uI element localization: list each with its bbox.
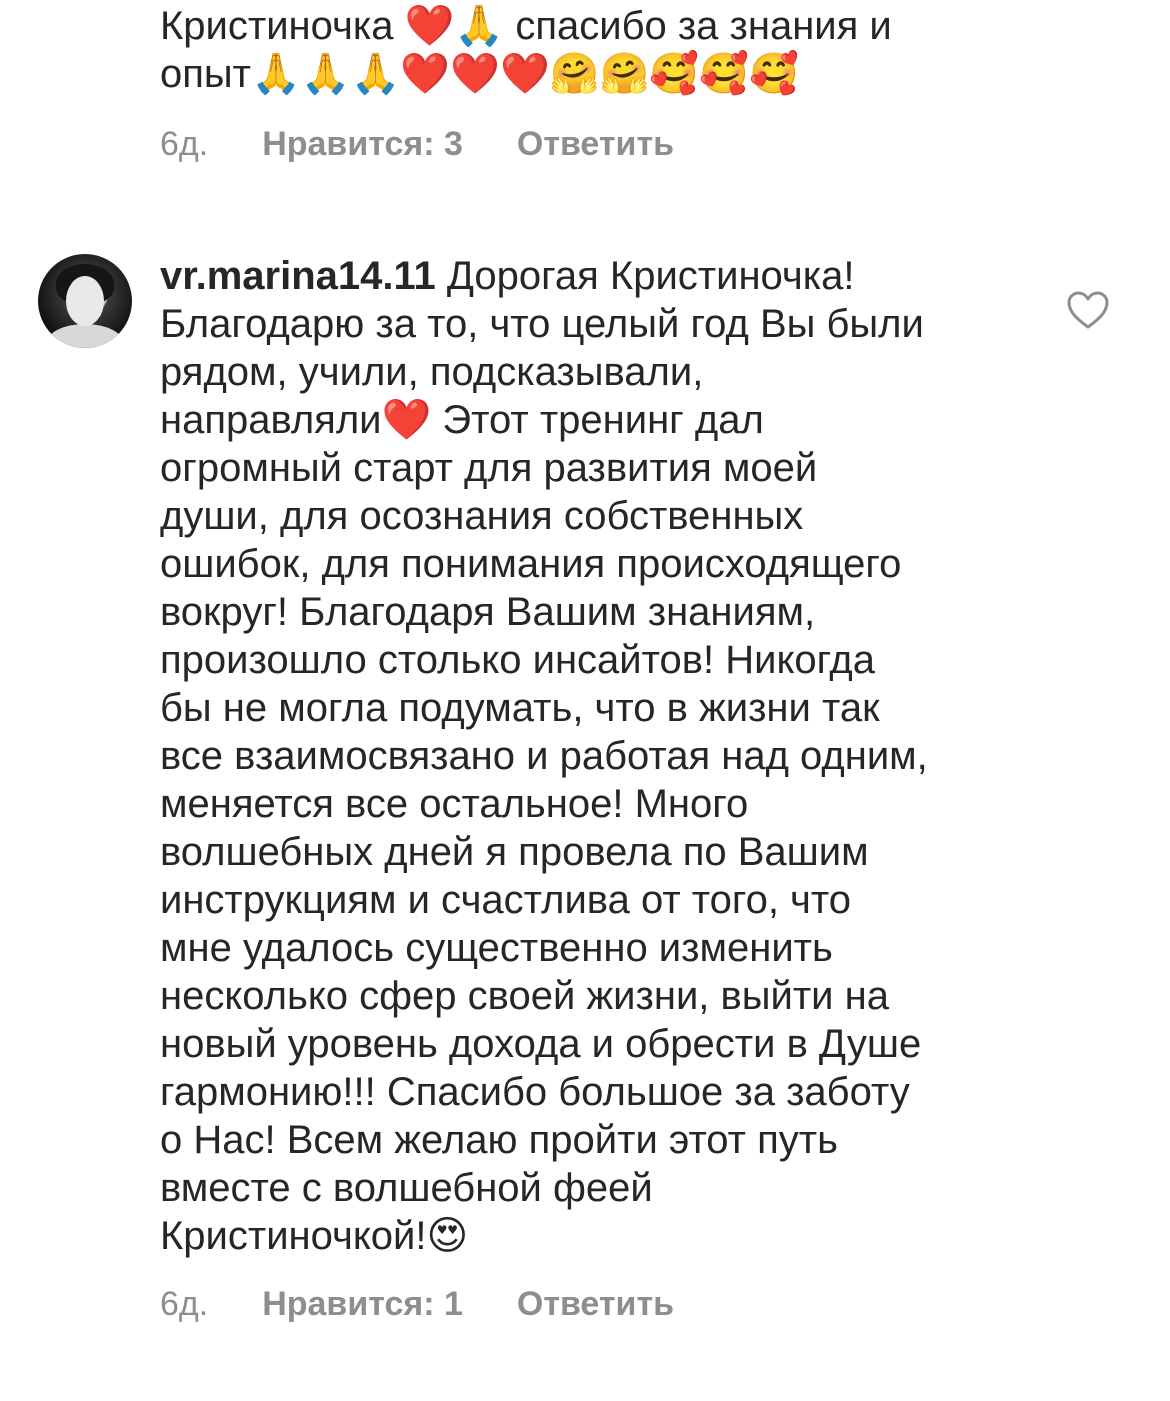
comment-username[interactable]: vr.marina14.11 (160, 254, 436, 298)
comment-2-meta: 6д. Нравится: 1 Ответить (160, 1284, 674, 1324)
comment-2-likes[interactable]: Нравится: 1 (262, 1284, 463, 1324)
comment-2-reply-button[interactable]: Ответить (517, 1284, 674, 1324)
comment-1-likes[interactable]: Нравится: 3 (262, 124, 463, 164)
comment-2-text: Дорогая Кристиночка! Благодарю за то, чт… (160, 254, 928, 1258)
comment-1-reply-button[interactable]: Ответить (517, 124, 674, 164)
heart-outline-icon[interactable] (1066, 290, 1110, 330)
comment-1-time: 6д. (160, 125, 209, 163)
comment-2-time: 6д. (160, 1285, 209, 1323)
comment-1-text: Кристиночка ❤️🙏 спасибо за знания и опыт… (160, 4, 892, 96)
avatar[interactable] (38, 254, 132, 348)
comment-1-meta: 6д. Нравится: 3 Ответить (160, 124, 674, 164)
comment-item-2: vr.marina14.11 Дорогая Кристиночка! Благ… (160, 252, 1020, 1260)
